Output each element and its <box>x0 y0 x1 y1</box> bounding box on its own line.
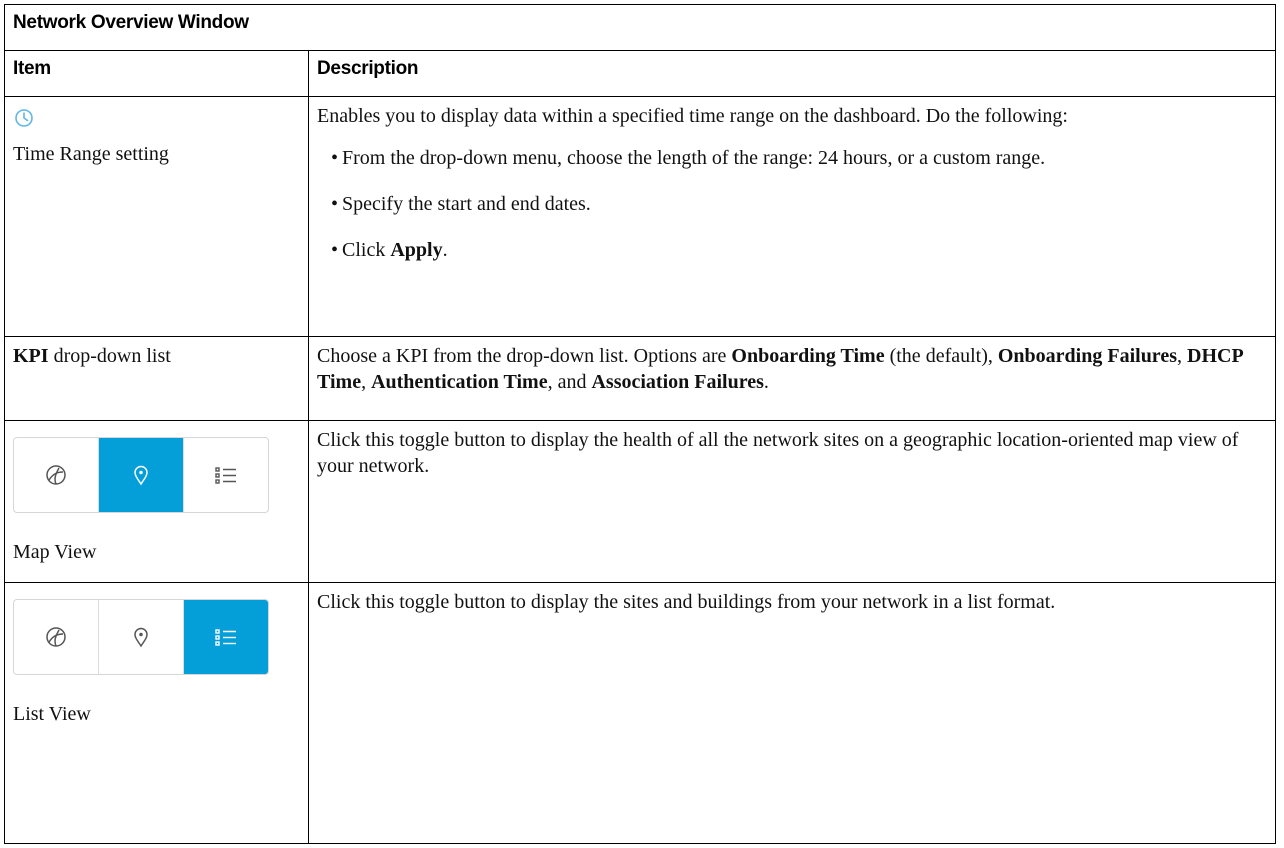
item-label: Time Range setting <box>13 143 169 165</box>
item-label: List View <box>13 703 91 725</box>
list-icon[interactable] <box>184 600 268 674</box>
table-row-list-view: List View Click this toggle button to di… <box>4 582 1276 844</box>
list-icon[interactable] <box>184 438 268 512</box>
item-label: Map View <box>13 541 97 563</box>
column-header-description: Description <box>308 50 1276 97</box>
table-row-time-range: Time Range setting Enables you to displa… <box>4 96 1276 337</box>
steps-list: From the drop-down menu, choose the leng… <box>317 145 1263 263</box>
map-pin-icon[interactable] <box>99 438 184 512</box>
map-pin-icon[interactable] <box>99 600 184 674</box>
list-item: Specify the start and end dates. <box>331 191 1263 217</box>
network-overview-table: Network Overview Window Item Description… <box>4 4 1276 844</box>
list-item: From the drop-down menu, choose the leng… <box>331 145 1263 171</box>
apply-term: Apply <box>390 239 443 261</box>
item-cell: List View <box>4 582 309 844</box>
globe-icon[interactable] <box>14 600 99 674</box>
item-cell: Time Range setting <box>4 96 309 337</box>
description-intro: Enables you to display data within a spe… <box>317 105 1068 127</box>
description-cell: Click this toggle button to display the … <box>308 420 1276 583</box>
view-toggle-group <box>13 599 269 675</box>
item-cell: Map View <box>4 420 309 583</box>
description-cell: Choose a KPI from the drop-down list. Op… <box>308 336 1276 421</box>
clock-icon <box>13 103 308 141</box>
globe-icon[interactable] <box>14 438 99 512</box>
kpi-term: KPI <box>13 345 49 367</box>
table-title: Network Overview Window <box>4 4 1276 51</box>
view-toggle-group <box>13 437 269 513</box>
table-row-kpi: KPI drop-down list Choose a KPI from the… <box>4 336 1276 421</box>
item-cell: KPI drop-down list <box>4 336 309 421</box>
item-label: drop-down list <box>48 345 171 367</box>
table-row-map-view: Map View Click this toggle button to dis… <box>4 420 1276 583</box>
column-header-item: Item <box>4 50 309 97</box>
list-item: Click Apply. <box>331 237 1263 263</box>
description-cell: Click this toggle button to display the … <box>308 582 1276 844</box>
description-cell: Enables you to display data within a spe… <box>308 96 1276 337</box>
